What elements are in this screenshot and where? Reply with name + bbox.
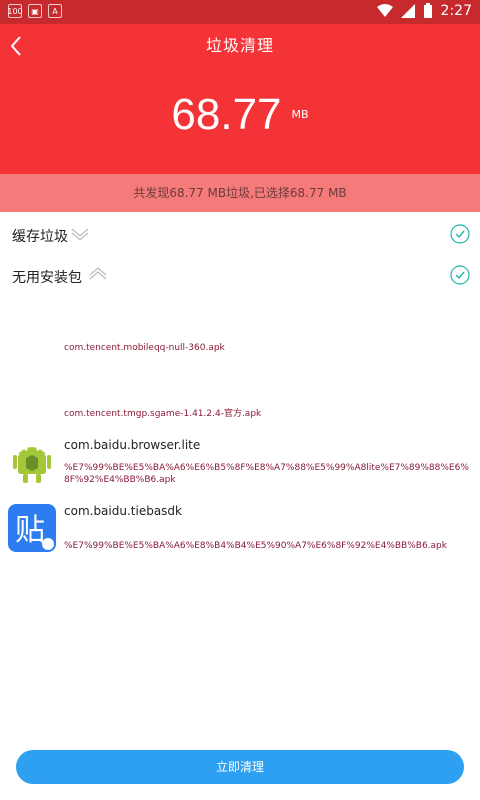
chevron-up-icon[interactable] [88, 264, 108, 284]
category-label: 无用安装包 [12, 270, 82, 286]
header: 垃圾清理 68.77 MB [0, 24, 480, 174]
svg-text:贴: 贴 [15, 513, 45, 548]
amount-unit: MB [291, 108, 309, 121]
list-item[interactable]: com.tencent.tmgp.sgame-1.41.2.4-官方.apk [0, 366, 480, 432]
status-time: 2:27 [440, 3, 472, 19]
status-bar: 100 ▣ A 2:27 [0, 0, 480, 24]
junk-amount: 68.77 MB [0, 90, 480, 140]
clean-now-button[interactable]: 立即清理 [16, 750, 464, 784]
list-item[interactable]: 贴 com.baidu.tiebasdk %E7%99%BE%E5%BA%A6%… [0, 500, 480, 566]
check-circle-icon[interactable] [450, 224, 470, 244]
category-apk[interactable]: 无用安装包 [0, 255, 480, 295]
chevron-down-icon[interactable] [70, 224, 90, 244]
apk-package: com.baidu.browser.lite [64, 438, 201, 452]
image-icon: ▣ [28, 4, 42, 18]
signal-icon [400, 4, 415, 18]
category-cache[interactable]: 缓存垃圾 [0, 214, 480, 254]
amount-value: 68.77 [171, 90, 282, 139]
summary-bar: 共发现68.77 MB垃圾,已选择68.77 MB [0, 174, 480, 212]
a-icon: A [48, 4, 62, 18]
list-item[interactable]: com.baidu.browser.lite %E7%99%BE%E5%BA%A… [0, 434, 480, 500]
status-left-icons: 100 ▣ A [7, 4, 62, 18]
wifi-icon [376, 4, 393, 17]
battery-100-icon: 100 [7, 4, 23, 18]
category-label: 缓存垃圾 [12, 229, 68, 245]
summary-text: 共发现68.77 MB垃圾,已选择68.77 MB [133, 186, 347, 200]
apk-filename: com.tencent.tmgp.sgame-1.41.2.4-官方.apk [64, 409, 262, 419]
tieba-icon: 贴 [8, 504, 56, 552]
apk-filename: %E7%99%BE%E5%BA%A6%E8%B4%B4%E5%90%A7%E6%… [64, 541, 447, 551]
check-circle-icon[interactable] [450, 265, 470, 285]
battery-icon [423, 3, 432, 18]
apk-filename: com.tencent.mobileqq-null-360.apk [64, 343, 225, 353]
android-icon [13, 447, 51, 483]
status-right-icons: 2:27 [376, 3, 472, 19]
apk-package: com.baidu.tiebasdk [64, 504, 182, 518]
list-item[interactable]: com.tencent.mobileqq-null-360.apk [0, 300, 480, 366]
page-title: 垃圾清理 [205, 36, 274, 55]
apk-filename: %E7%99%BE%E5%BA%A6%E6%B5%8F%E8%A7%88%E5%… [64, 463, 469, 485]
